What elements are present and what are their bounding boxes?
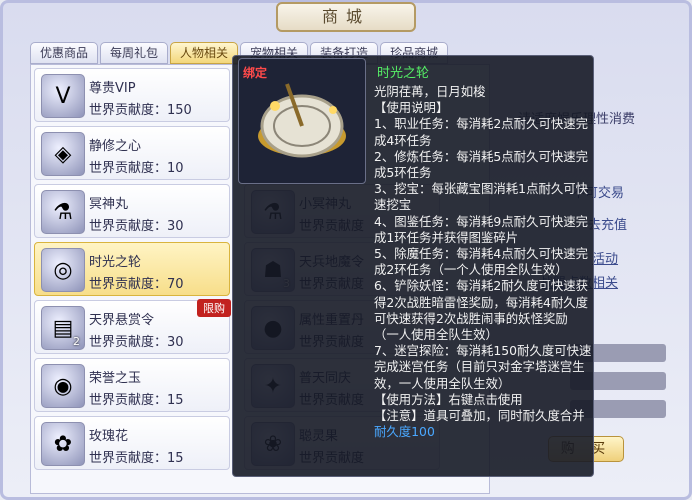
tooltip-line: 4、图鉴任务：每消耗9点耐久可快速完成1环任务并获得图鉴碎片 bbox=[374, 213, 589, 245]
item-name: 冥神丸 bbox=[89, 197, 129, 212]
potion-icon: ⚗ bbox=[41, 190, 85, 234]
item-price: 世界贡献度：30 bbox=[89, 335, 184, 350]
durability-text: 耐久度100 bbox=[374, 424, 435, 440]
tooltip-line: 6、铲除妖怪：每消耗2耐久度可快速获得2次战胜暗雷怪奖励，每消耗4耐久度可快速获… bbox=[374, 278, 589, 343]
shop-item-card[interactable]: V 尊贵VIP 世界贡献度：150 bbox=[34, 68, 230, 122]
item-name: 玫瑰花 bbox=[89, 429, 129, 444]
heart-gem-icon: ◈ bbox=[41, 132, 85, 176]
item-name: 荣誉之玉 bbox=[89, 371, 142, 386]
item-count: 2 bbox=[73, 335, 80, 348]
tooltip-description: 光阴荏苒，日月如梭 【使用说明】 1、职业任务：每消耗2点耐久可快速完成4环任务 2、… bbox=[374, 84, 592, 440]
item-price: 世界贡献度：15 bbox=[89, 451, 184, 466]
shop-item-card[interactable]: ◉ 荣誉之玉世界贡献度：15 bbox=[34, 358, 230, 412]
activity-link[interactable]: 活动 bbox=[592, 248, 618, 272]
tab-weekly-pack[interactable]: 每周礼包 bbox=[100, 42, 169, 64]
jade-icon: ◉ bbox=[41, 364, 85, 408]
tooltip-line: 光阴荏苒，日月如梭 bbox=[374, 84, 486, 99]
sundial-icon: ◎ bbox=[41, 248, 85, 292]
item-name: 尊贵VIP bbox=[89, 81, 136, 96]
tab-character[interactable]: 人物相关 bbox=[170, 42, 239, 64]
vip-icon: V bbox=[41, 74, 85, 118]
item-price: 世界贡献度：15 bbox=[89, 393, 184, 408]
shop-item-card[interactable]: ◎ 时光之轮世界贡献度：70 bbox=[34, 242, 230, 296]
shop-item-card[interactable]: ✿ 玫瑰花世界贡献度：15 bbox=[34, 416, 230, 470]
tooltip-line: 5、除魔任务：每消耗4点耐久可快速完成2环任务（一个人使用全队生效） bbox=[374, 246, 589, 278]
rose-icon: ✿ bbox=[41, 422, 85, 466]
tooltip-line: 【使用说明】 bbox=[374, 100, 449, 116]
item-name: 静修之心 bbox=[89, 139, 142, 154]
window-title: 商城 bbox=[276, 2, 416, 32]
item-name: 天界悬赏令 bbox=[89, 313, 155, 328]
item-price: 世界贡献度：70 bbox=[89, 277, 184, 292]
tooltip-line: 【使用方法】右键点击使用 bbox=[374, 391, 523, 407]
tooltip-line: 1、职业任务：每消耗2点耐久可快速完成4环任务 bbox=[374, 116, 589, 148]
limit-badge: 限购 bbox=[197, 299, 231, 317]
shop-item-card[interactable]: ◈ 静修之心世界贡献度：10 bbox=[34, 126, 230, 180]
item-price: 世界贡献度：150 bbox=[89, 103, 192, 118]
item-price: 世界贡献度：30 bbox=[89, 219, 184, 234]
item-price: 世界贡献度：10 bbox=[89, 161, 184, 176]
shop-item-card[interactable]: ⚗ 冥神丸世界贡献度：30 bbox=[34, 184, 230, 238]
tooltip-line: 【注意】道具可叠加，同时耐久度合并 bbox=[374, 408, 585, 424]
tooltip-line: 3、挖宝：每张藏宝图消耗1点耐久可快速挖宝 bbox=[374, 181, 589, 213]
shop-item-card[interactable]: ▤ 天界悬赏令 世界贡献度：30 2 限购 bbox=[34, 299, 231, 354]
bound-label: 绑定 bbox=[243, 66, 268, 80]
tab-discount[interactable]: 优惠商品 bbox=[30, 42, 99, 64]
item-name: 时光之轮 bbox=[89, 255, 142, 270]
tooltip-item-name: 时光之轮 bbox=[377, 66, 430, 81]
tooltip-line: 7、迷宫探险：每消耗150耐久度可快速完成迷宫任务（目前只对金字塔迷宫生效，一人… bbox=[374, 343, 592, 391]
tooltip-line: 2、修炼任务：每消耗5点耐久可快速完成5环任务 bbox=[374, 148, 589, 181]
item-tooltip: 绑定 时光之轮 光阴荏苒，日月如梭 【使用说明】 1、职业任务：每消耗2点耐久可快速… bbox=[232, 55, 594, 477]
